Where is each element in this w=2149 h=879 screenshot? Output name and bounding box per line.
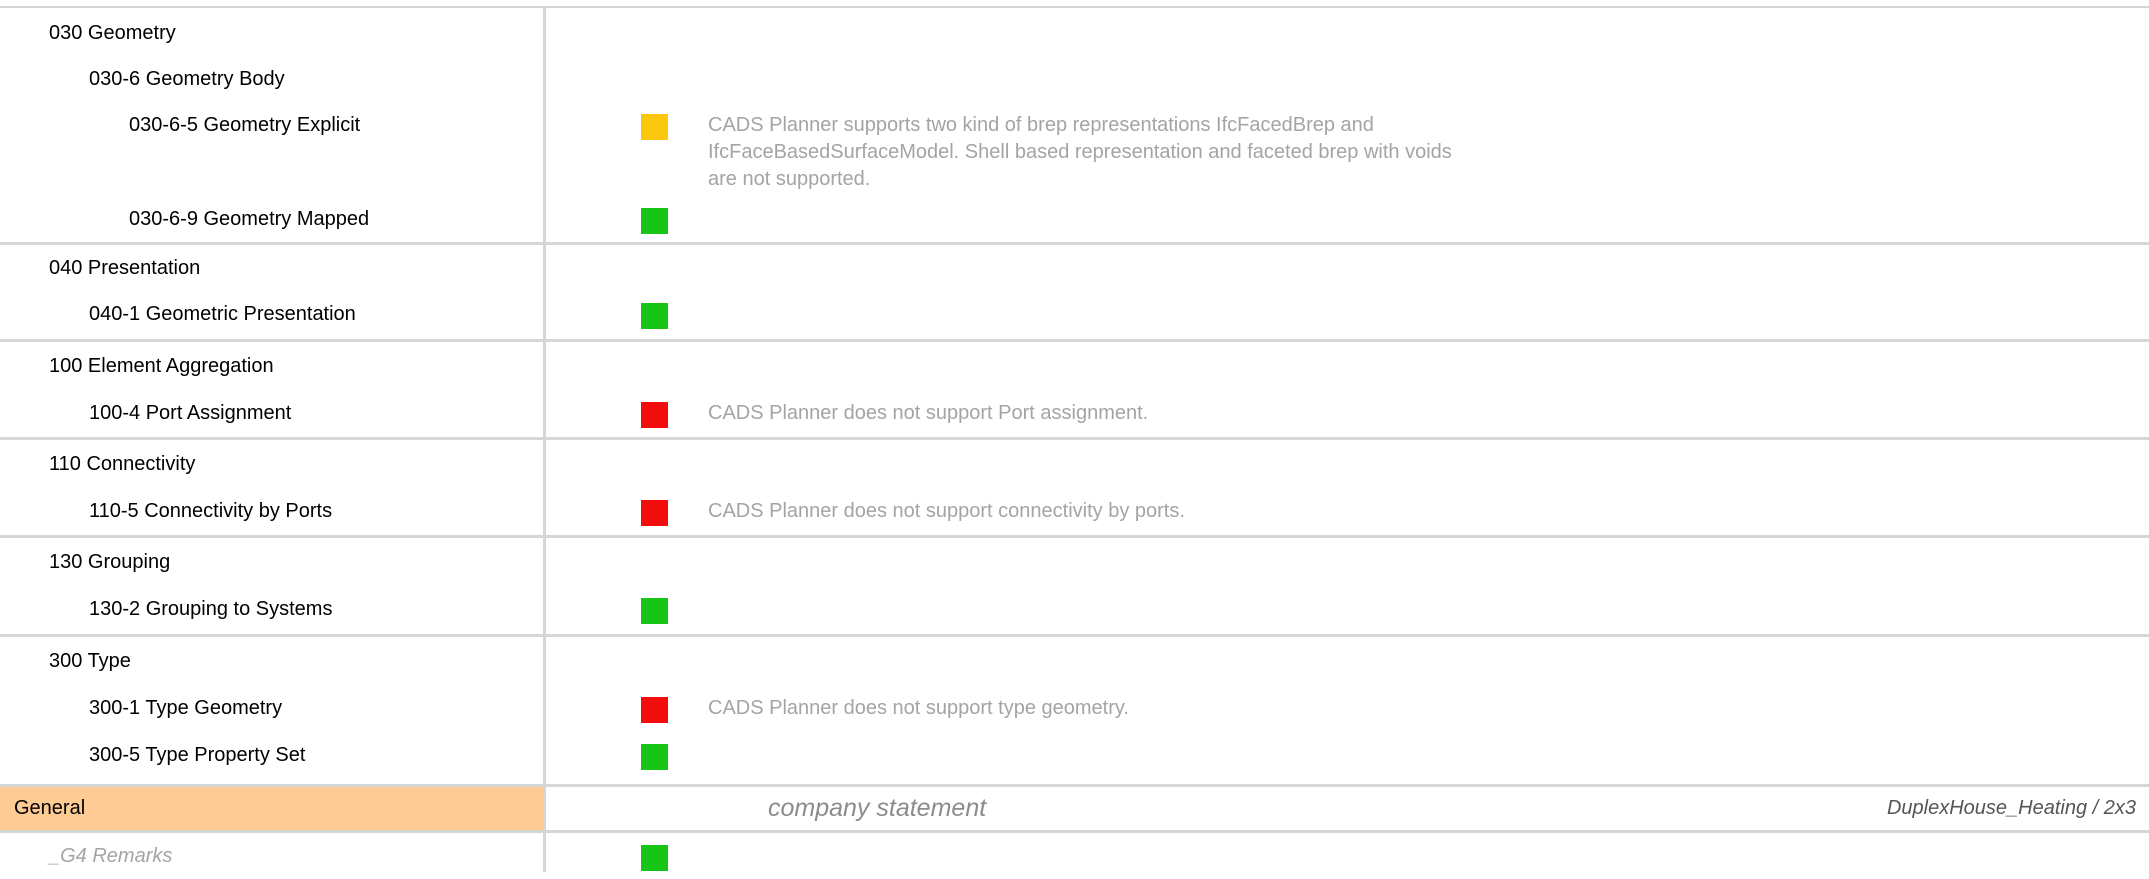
table-row: 300-1 Type Geometry CADS Planner does no… xyxy=(0,685,2149,731)
support-note: CADS Planner does not support type geome… xyxy=(708,697,1129,719)
table-row: _G4 Remarks xyxy=(0,833,2149,879)
table-row: 110-5 Connectivity by Ports CADS Planner… xyxy=(0,488,2149,534)
table-row: 030 Geometry xyxy=(0,10,2149,56)
concept-label: 040-1 Geometric Presentation xyxy=(89,303,356,325)
status-indicator-supported xyxy=(641,303,668,329)
general-cell: General xyxy=(0,787,543,830)
table-row: 040 Presentation xyxy=(0,245,2149,291)
concept-label: 300-5 Type Property Set xyxy=(89,744,306,766)
table-row: 300 Type xyxy=(0,638,2149,684)
section-heading: 300 Type xyxy=(49,650,131,672)
table-row: 030-6-9 Geometry Mapped xyxy=(0,196,2149,242)
subsection-heading: 030-6 Geometry Body xyxy=(89,68,285,90)
support-note: CADS Planner does not support connectivi… xyxy=(708,500,1185,522)
table-row: 100 Element Aggregation xyxy=(0,343,2149,389)
status-indicator-supported xyxy=(641,744,668,770)
table-row: 110 Connectivity xyxy=(0,441,2149,487)
table-row: 300-5 Type Property Set xyxy=(0,732,2149,778)
status-indicator-unsupported xyxy=(641,697,668,723)
group-divider xyxy=(0,437,2149,440)
table-top-border xyxy=(0,6,2149,8)
group-divider xyxy=(0,634,2149,637)
general-header-row: General company statement DuplexHouse_He… xyxy=(0,787,2149,830)
table-row: 030-6 Geometry Body xyxy=(0,56,2149,102)
concept-label: 130-2 Grouping to Systems xyxy=(89,598,333,620)
support-note: CADS Planner supports two kind of brep r… xyxy=(708,114,1452,190)
company-statement: company statement xyxy=(768,794,987,822)
table-row: 040-1 Geometric Presentation xyxy=(0,291,2149,337)
section-heading: 040 Presentation xyxy=(49,257,201,279)
concept-label: 030-6-9 Geometry Mapped xyxy=(129,208,370,230)
section-heading: 130 Grouping xyxy=(49,551,171,573)
status-indicator-supported xyxy=(641,598,668,624)
general-label: General xyxy=(14,797,86,819)
section-heading: 110 Connectivity xyxy=(49,453,196,475)
status-indicator-supported xyxy=(641,208,668,234)
table-row: 030-6-5 Geometry Explicit CADS Planner s… xyxy=(0,102,2149,196)
group-divider xyxy=(0,535,2149,538)
concept-label: 110-5 Connectivity by Ports xyxy=(89,500,333,522)
status-indicator-partial xyxy=(641,114,668,140)
group-divider xyxy=(0,339,2149,342)
section-heading: 100 Element Aggregation xyxy=(49,355,274,377)
remarks-label: _G4 Remarks xyxy=(49,845,173,867)
table-row: 100-4 Port Assignment CADS Planner does … xyxy=(0,390,2149,436)
concept-label: 030-6-5 Geometry Explicit xyxy=(129,114,361,136)
table-row: 130 Grouping xyxy=(0,539,2149,585)
status-indicator-unsupported xyxy=(641,402,668,428)
status-indicator-unsupported xyxy=(641,500,668,526)
concept-label: 100-4 Port Assignment xyxy=(89,402,292,424)
status-indicator-supported xyxy=(641,845,668,871)
table-row: 130-2 Grouping to Systems xyxy=(0,586,2149,632)
concept-label: 300-1 Type Geometry xyxy=(89,697,283,719)
section-heading: 030 Geometry xyxy=(49,22,176,44)
support-note: CADS Planner does not support Port assig… xyxy=(708,402,1149,424)
document-reference: DuplexHouse_Heating / 2x3 xyxy=(1886,797,2136,819)
